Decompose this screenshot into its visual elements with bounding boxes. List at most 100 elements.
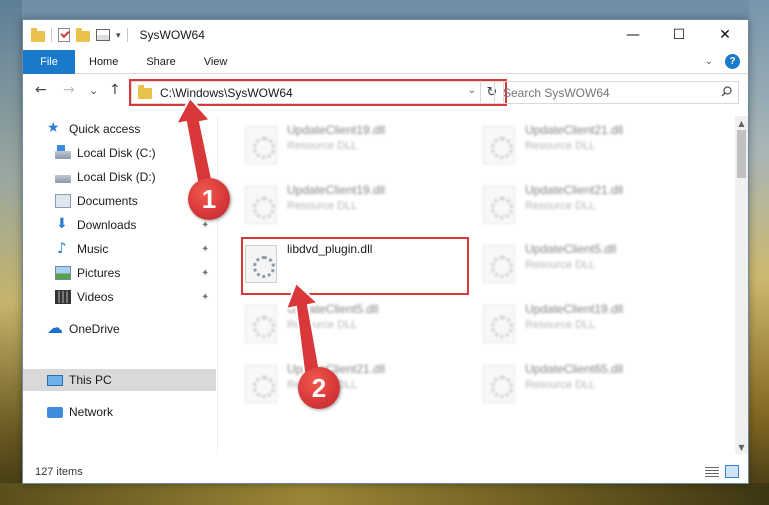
- ribbon-right-controls: ⌄ ?: [705, 54, 740, 69]
- star-icon: [47, 120, 63, 136]
- sidebar-item-this-pc[interactable]: This PC: [23, 369, 216, 391]
- sidebar-item-quick-access[interactable]: Quick access: [23, 118, 216, 140]
- list-item[interactable]: UpdateClient19.dll Resource DLL: [483, 299, 713, 349]
- back-button[interactable]: ←: [35, 82, 47, 98]
- file-name: UpdateClient21.dll: [525, 123, 624, 137]
- tab-file[interactable]: File: [23, 49, 75, 74]
- file-type: Resource DLL: [287, 200, 358, 212]
- file-name: UpdateClient5.dll: [525, 242, 617, 256]
- list-item[interactable]: UpdateClient21.dll Resource DLL: [483, 180, 713, 230]
- dll-file-icon: [483, 365, 515, 403]
- desktop-background-right: [749, 0, 769, 505]
- list-item[interactable]: UpdateClient19.dll Resource DLL: [245, 120, 475, 170]
- minimize-button[interactable]: —: [610, 20, 656, 50]
- pin-icon[interactable]: ✦: [201, 244, 209, 255]
- file-name: UpdateClient65.dll: [525, 362, 624, 376]
- onedrive-icon: [47, 318, 63, 337]
- navigation-bar: ← → ⌄ ↑ C:\Windows\SysWOW64 ⌄ ↻: [23, 75, 748, 109]
- drive-c-icon: [55, 145, 71, 159]
- file-name: UpdateClient5.dll: [287, 302, 379, 316]
- sidebar-item-label: Music: [77, 242, 109, 256]
- sidebar-item-documents[interactable]: Documents ✦: [23, 190, 216, 212]
- sidebar-item-downloads[interactable]: Downloads ✦: [23, 214, 216, 236]
- details-view-icon[interactable]: [705, 467, 719, 477]
- list-item[interactable]: UpdateClient65.dll Resource DLL: [483, 359, 713, 409]
- videos-icon: [55, 290, 71, 304]
- folder-icon: [31, 27, 45, 42]
- pictures-icon: [55, 266, 71, 280]
- pin-icon[interactable]: ✦: [201, 268, 209, 279]
- close-button[interactable]: ✕: [702, 20, 748, 50]
- file-type: Resource DLL: [525, 259, 596, 271]
- sidebar-item-local-disk-d[interactable]: Local Disk (D:): [23, 166, 216, 188]
- quick-access-toolbar: ▾: [23, 27, 128, 42]
- file-type: Resource DLL: [525, 319, 596, 331]
- file-name: UpdateClient19.dll: [287, 183, 386, 197]
- list-item[interactable]: UpdateClient21.dll Resource DLL: [483, 120, 713, 170]
- sidebar-item-local-disk-c[interactable]: Local Disk (C:) ✦: [23, 142, 216, 164]
- sidebar-item-music[interactable]: Music ✦: [23, 238, 216, 260]
- file-highlight-box: [241, 237, 469, 295]
- file-type: Resource DLL: [287, 319, 358, 331]
- file-name: UpdateClient21.dll: [525, 183, 624, 197]
- vertical-scrollbar[interactable]: ▲ ▼: [735, 116, 748, 454]
- properties-check-icon[interactable]: [58, 28, 70, 42]
- window-title: SysWOW64: [139, 28, 205, 42]
- new-folder-icon[interactable]: [76, 27, 90, 42]
- address-bar-highlight: [129, 79, 507, 106]
- pin-icon[interactable]: ✦: [201, 148, 209, 159]
- documents-icon: [55, 194, 71, 208]
- window-controls: — ☐ ✕: [610, 20, 748, 50]
- up-button[interactable]: ↑: [109, 82, 121, 98]
- list-item[interactable]: UpdateClient19.dll Resource DLL: [245, 180, 475, 230]
- tab-view[interactable]: View: [190, 56, 242, 68]
- help-icon[interactable]: ?: [725, 54, 740, 69]
- tab-share[interactable]: Share: [132, 56, 189, 68]
- network-icon: [47, 406, 63, 418]
- file-explorer-window: ▾ SysWOW64 — ☐ ✕ File Home Share View ⌄ …: [22, 19, 749, 484]
- pin-icon[interactable]: ✦: [201, 292, 209, 303]
- pin-icon[interactable]: ✦: [201, 220, 209, 231]
- customize-toolbar-dropdown-icon[interactable]: ▾: [116, 30, 121, 41]
- file-type: Resource DLL: [525, 379, 596, 391]
- search-box[interactable]: [494, 81, 739, 104]
- expand-ribbon-chevron-icon[interactable]: ⌄: [705, 56, 713, 67]
- scrollbar-thumb[interactable]: [737, 130, 746, 178]
- file-type: Resource DLL: [287, 140, 358, 152]
- sidebar-item-label: Pictures: [77, 266, 121, 280]
- sidebar-item-network[interactable]: Network: [23, 401, 216, 423]
- sidebar-item-pictures[interactable]: Pictures ✦: [23, 262, 216, 284]
- file-type: Resource DLL: [525, 140, 596, 152]
- search-input[interactable]: [495, 85, 705, 100]
- recent-locations-dropdown[interactable]: ⌄: [89, 84, 98, 97]
- tab-home[interactable]: Home: [75, 56, 132, 68]
- music-icon: [55, 239, 71, 257]
- search-icon[interactable]: [721, 86, 732, 97]
- sidebar-item-videos[interactable]: Videos ✦: [23, 286, 216, 308]
- scroll-up-icon[interactable]: ▲: [735, 116, 748, 130]
- sidebar-item-label: Local Disk (D:): [77, 170, 156, 184]
- list-item[interactable]: UpdateClient5.dll Resource DLL: [483, 239, 713, 289]
- sidebar-item-label: Quick access: [69, 122, 141, 136]
- title-bar: ▾ SysWOW64 — ☐ ✕: [23, 20, 748, 50]
- step-2-badge: 2: [298, 367, 340, 409]
- dll-file-icon: [245, 126, 277, 164]
- sidebar-item-onedrive[interactable]: OneDrive: [23, 318, 216, 340]
- dll-file-icon: [245, 365, 277, 403]
- forward-button[interactable]: →: [63, 82, 75, 98]
- drive-icon: [55, 175, 71, 183]
- list-item[interactable]: UpdateClient21.dllResource DLL: [245, 359, 475, 409]
- dll-file-icon: [483, 305, 515, 343]
- desktop-background-bottom: [0, 483, 769, 505]
- dll-file-icon: [483, 126, 515, 164]
- list-item[interactable]: UpdateClient5.dll Resource DLL: [245, 299, 475, 349]
- large-icons-view-icon[interactable]: [725, 465, 739, 478]
- properties-icon[interactable]: [96, 29, 110, 41]
- status-bar: 127 items: [23, 460, 748, 484]
- maximize-button[interactable]: ☐: [656, 20, 702, 50]
- dll-file-icon: [483, 245, 515, 283]
- file-type: Resource DLL: [525, 200, 596, 212]
- sidebar-item-label: Local Disk (C:): [77, 146, 156, 160]
- step-1-badge: 1: [188, 178, 230, 220]
- scroll-down-icon[interactable]: ▼: [735, 440, 748, 454]
